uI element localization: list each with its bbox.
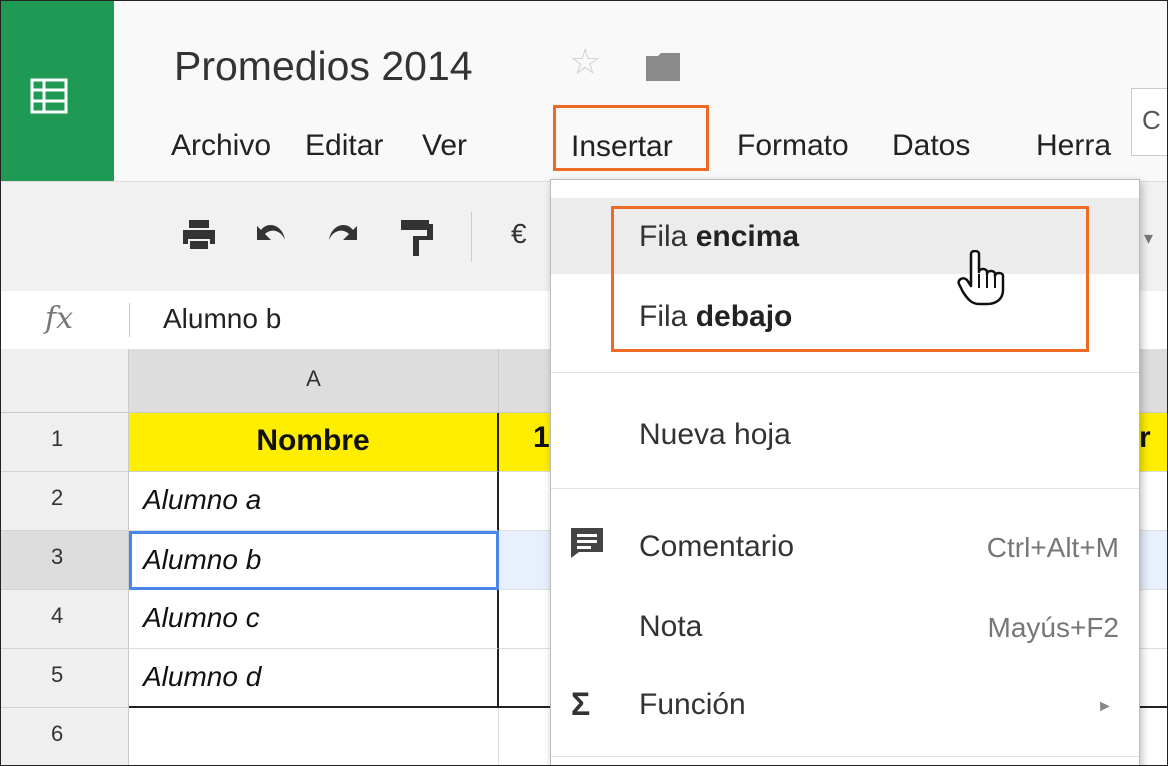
menu-insertar[interactable]: Insertar	[553, 105, 709, 171]
submenu-arrow-icon: ►	[1097, 698, 1113, 715]
row-number[interactable]: 3	[1, 531, 129, 590]
cell-a3-selected[interactable]: Alumno b	[129, 531, 499, 590]
row-number[interactable]: 2	[1, 472, 129, 531]
menu-formato[interactable]: Formato	[737, 129, 849, 163]
column-header-a[interactable]: A	[129, 349, 499, 413]
folder-icon[interactable]	[646, 53, 680, 81]
menu-editar[interactable]: Editar	[305, 129, 383, 163]
menu-item-function[interactable]: Función	[639, 688, 746, 722]
menu-herramientas[interactable]: Herra	[1036, 129, 1111, 163]
currency-format-button[interactable]: €	[511, 218, 527, 250]
menu-ver[interactable]: Ver	[422, 129, 467, 163]
chevron-down-icon[interactable]: ▾	[1144, 228, 1153, 249]
redo-icon[interactable]	[323, 218, 363, 252]
menu-divider	[551, 488, 1139, 489]
row-number[interactable]: 1	[1, 413, 129, 472]
hand-cursor-icon	[957, 250, 1005, 306]
menu-item-comment[interactable]: Comentario	[639, 530, 794, 564]
undo-icon[interactable]	[251, 218, 291, 252]
app-window: Promedios 2014 ☆ C Archivo Editar Ver Fo…	[0, 0, 1168, 766]
sigma-icon: Σ	[571, 686, 591, 722]
print-icon[interactable]	[181, 218, 217, 252]
formula-input[interactable]: Alumno b	[163, 303, 281, 335]
comments-button-label: C	[1142, 105, 1161, 135]
menu-archivo[interactable]: Archivo	[171, 129, 271, 163]
menu-item-new-sheet[interactable]: Nueva hoja	[639, 418, 791, 452]
fx-icon: fx	[45, 301, 74, 336]
menu-divider	[551, 756, 1139, 757]
menu-insertar-label: Insertar	[571, 130, 673, 163]
toolbar-separator	[471, 212, 472, 262]
comment-icon	[571, 528, 603, 558]
highlight-box	[611, 206, 1089, 352]
menu-datos[interactable]: Datos	[892, 129, 970, 163]
formula-separator	[129, 303, 130, 337]
menu-divider	[551, 372, 1139, 373]
app-logo[interactable]	[1, 1, 114, 181]
row-number[interactable]: 6	[1, 708, 129, 765]
doc-title[interactable]: Promedios 2014	[174, 43, 473, 90]
menu-item-note[interactable]: Nota	[639, 610, 702, 644]
cell-a6[interactable]	[129, 708, 499, 765]
comment-shortcut: Ctrl+Alt+M	[986, 532, 1119, 563]
comments-button[interactable]: C	[1131, 88, 1167, 156]
note-shortcut: Mayús+F2	[987, 612, 1120, 643]
insert-menu-dropdown: Fila encima Fila debajo Nueva hoja Comen…	[550, 179, 1140, 765]
row-number[interactable]: 5	[1, 649, 129, 708]
row-number[interactable]: 4	[1, 590, 129, 649]
cell-a1[interactable]: Nombre	[129, 413, 499, 472]
sheets-icon	[30, 78, 68, 114]
paint-format-icon[interactable]	[399, 218, 435, 258]
cell-a5[interactable]: Alumno d	[129, 649, 499, 708]
select-all-corner[interactable]	[1, 349, 129, 413]
cell-a2[interactable]: Alumno a	[129, 472, 499, 531]
cell-a4[interactable]: Alumno c	[129, 590, 499, 649]
cell-b1-text: 1	[533, 421, 550, 454]
star-icon[interactable]: ☆	[569, 41, 601, 83]
